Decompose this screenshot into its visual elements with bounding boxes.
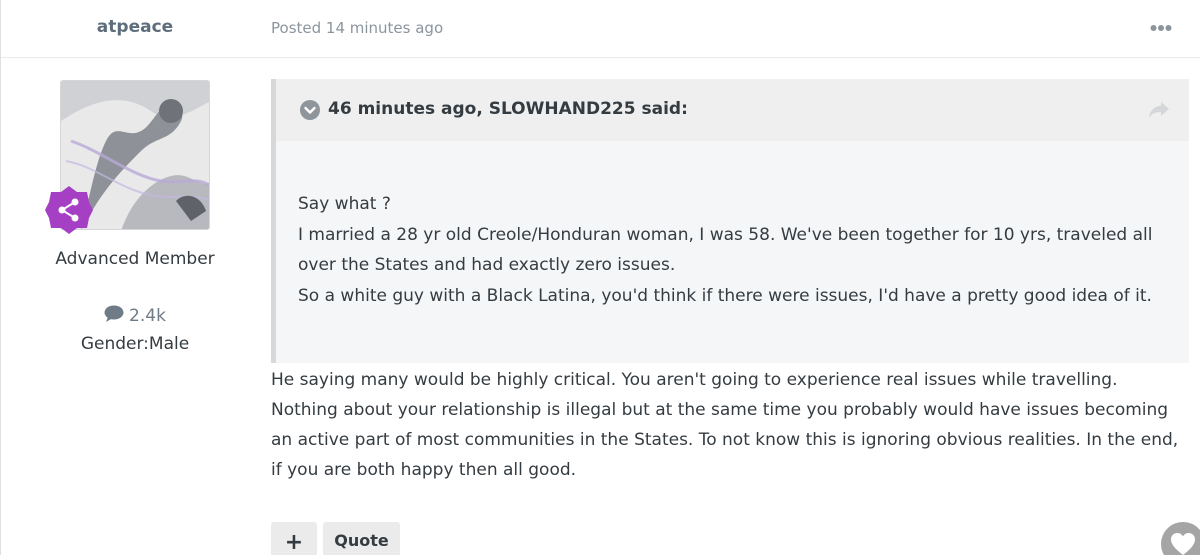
quote-header: 46 minutes ago, SLOWHAND225 said: bbox=[276, 79, 1189, 141]
quote-button-label: Quote bbox=[334, 530, 389, 550]
author-name-link[interactable]: atpeace bbox=[1, 17, 269, 37]
comment-bubble-icon bbox=[104, 305, 124, 327]
author-panel: Advanced Member 2.4k Gender:Male bbox=[1, 58, 269, 555]
share-arrow-icon[interactable] bbox=[1148, 101, 1170, 119]
post-count: 2.4k bbox=[1, 305, 269, 327]
quote-citation[interactable]: 46 minutes ago, SLOWHAND225 said: bbox=[328, 99, 688, 119]
post-body-text: He saying many would be highly critical.… bbox=[271, 370, 1179, 480]
member-title: Advanced Member bbox=[55, 249, 215, 269]
post-count-value: 2.4k bbox=[129, 306, 166, 326]
heart-icon[interactable] bbox=[1161, 522, 1200, 555]
quote-body: Say what ? I married a 28 yr old Creole/… bbox=[298, 189, 1178, 311]
quote-line: I married a 28 yr old Creole/Honduran wo… bbox=[298, 224, 1153, 276]
post-timestamp: Posted 14 minutes ago bbox=[271, 19, 444, 37]
quote-line: So a white guy with a Black Latina, you'… bbox=[298, 285, 1152, 306]
post-header: atpeace Posted 14 minutes ago bbox=[1, 0, 1200, 58]
gender-field: Gender:Male bbox=[80, 334, 190, 354]
quote-line: Say what ? bbox=[298, 194, 391, 214]
more-options-icon[interactable] bbox=[1149, 18, 1173, 38]
quote-button[interactable]: Quote bbox=[323, 522, 400, 555]
quote-block: 46 minutes ago, SLOWHAND225 said: Say wh… bbox=[271, 79, 1189, 363]
chevron-down-circle-icon[interactable] bbox=[300, 100, 320, 120]
add-reaction-button[interactable]: + bbox=[271, 522, 317, 555]
forum-post: atpeace Posted 14 minutes ago Advanced M… bbox=[0, 0, 1200, 555]
share-nodes-icon bbox=[43, 184, 95, 236]
